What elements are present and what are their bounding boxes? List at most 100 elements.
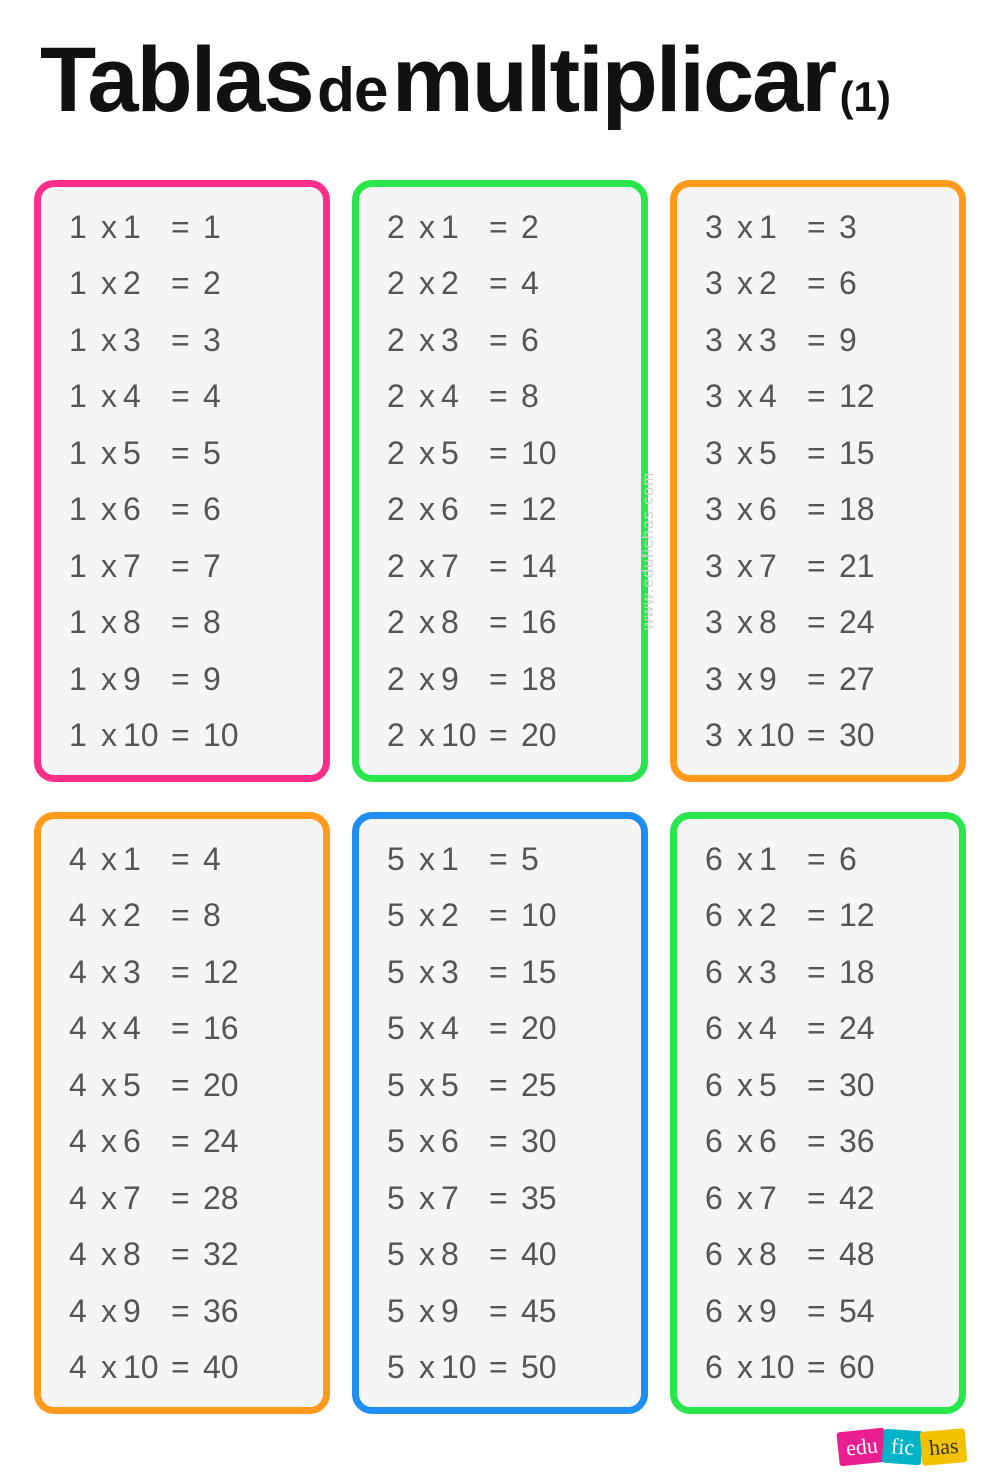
factor-b: 1 bbox=[441, 843, 489, 875]
multiplication-row: 5x8=40 bbox=[387, 1238, 621, 1270]
times-sign: x bbox=[413, 1182, 441, 1214]
multiplication-row: 3x5=15 bbox=[705, 437, 939, 469]
factor-b: 1 bbox=[759, 211, 807, 243]
multiplication-row: 4x4=16 bbox=[69, 1012, 303, 1044]
factor-a: 4 bbox=[69, 1069, 95, 1101]
product: 18 bbox=[839, 956, 875, 988]
multiplication-row: 3x8=24 bbox=[705, 606, 939, 638]
equals-sign: = bbox=[807, 1012, 839, 1044]
times-sign: x bbox=[731, 550, 759, 582]
product: 12 bbox=[521, 493, 557, 525]
factor-b: 4 bbox=[123, 380, 171, 412]
factor-a: 2 bbox=[387, 324, 413, 356]
factor-a: 5 bbox=[387, 1351, 413, 1383]
product: 16 bbox=[521, 606, 557, 638]
times-table-2: 2x1=22x2=42x3=62x4=82x5=102x6=122x7=142x… bbox=[352, 180, 648, 782]
factor-a: 5 bbox=[387, 1125, 413, 1157]
times-sign: x bbox=[413, 663, 441, 695]
factor-b: 5 bbox=[759, 437, 807, 469]
multiplication-row: 6x10=60 bbox=[705, 1351, 939, 1383]
product: 30 bbox=[839, 1069, 875, 1101]
factor-a: 2 bbox=[387, 267, 413, 299]
factor-a: 4 bbox=[69, 843, 95, 875]
factor-a: 1 bbox=[69, 663, 95, 695]
factor-b: 9 bbox=[759, 1295, 807, 1327]
factor-b: 2 bbox=[123, 267, 171, 299]
product: 36 bbox=[839, 1125, 875, 1157]
multiplication-row: 4x2=8 bbox=[69, 899, 303, 931]
factor-a: 1 bbox=[69, 550, 95, 582]
factor-a: 1 bbox=[69, 324, 95, 356]
times-sign: x bbox=[95, 1125, 123, 1157]
product: 35 bbox=[521, 1182, 557, 1214]
times-sign: x bbox=[731, 1351, 759, 1383]
product: 25 bbox=[521, 1069, 557, 1101]
times-sign: x bbox=[95, 663, 123, 695]
times-sign: x bbox=[413, 1069, 441, 1101]
title-word-3: multiplicar bbox=[392, 29, 835, 131]
tables-grid: 1x1=11x2=21x3=31x4=41x5=51x6=61x7=71x8=8… bbox=[34, 180, 966, 1414]
factor-a: 5 bbox=[387, 899, 413, 931]
times-sign: x bbox=[731, 1182, 759, 1214]
factor-b: 10 bbox=[123, 1351, 171, 1383]
factor-b: 10 bbox=[123, 719, 171, 751]
factor-a: 6 bbox=[705, 1351, 731, 1383]
times-sign: x bbox=[413, 267, 441, 299]
equals-sign: = bbox=[171, 437, 203, 469]
product: 24 bbox=[839, 606, 875, 638]
times-sign: x bbox=[731, 956, 759, 988]
multiplication-row: 5x1=5 bbox=[387, 843, 621, 875]
times-sign: x bbox=[731, 380, 759, 412]
multiplication-row: 3x1=3 bbox=[705, 211, 939, 243]
factor-a: 2 bbox=[387, 493, 413, 525]
factor-b: 4 bbox=[441, 1012, 489, 1044]
times-sign: x bbox=[413, 899, 441, 931]
equals-sign: = bbox=[171, 663, 203, 695]
factor-b: 8 bbox=[441, 1238, 489, 1270]
times-sign: x bbox=[731, 1295, 759, 1327]
factor-b: 4 bbox=[441, 380, 489, 412]
equals-sign: = bbox=[171, 1351, 203, 1383]
product: 9 bbox=[839, 324, 857, 356]
multiplication-row: 1x7=7 bbox=[69, 550, 303, 582]
equals-sign: = bbox=[171, 899, 203, 931]
logo-part-2: fic bbox=[882, 1429, 923, 1466]
equals-sign: = bbox=[489, 437, 521, 469]
equals-sign: = bbox=[171, 1012, 203, 1044]
factor-b: 7 bbox=[441, 1182, 489, 1214]
times-sign: x bbox=[731, 1012, 759, 1044]
equals-sign: = bbox=[807, 1125, 839, 1157]
factor-a: 1 bbox=[69, 493, 95, 525]
product: 2 bbox=[203, 267, 221, 299]
product: 5 bbox=[521, 843, 539, 875]
product: 4 bbox=[203, 380, 221, 412]
product: 30 bbox=[839, 719, 875, 751]
equals-sign: = bbox=[489, 1069, 521, 1101]
times-sign: x bbox=[95, 606, 123, 638]
times-sign: x bbox=[95, 1069, 123, 1101]
factor-b: 5 bbox=[441, 437, 489, 469]
factor-a: 4 bbox=[69, 1295, 95, 1327]
times-sign: x bbox=[731, 606, 759, 638]
factor-b: 2 bbox=[441, 267, 489, 299]
factor-b: 9 bbox=[441, 663, 489, 695]
factor-a: 5 bbox=[387, 1069, 413, 1101]
times-sign: x bbox=[413, 719, 441, 751]
product: 50 bbox=[521, 1351, 557, 1383]
factor-b: 7 bbox=[123, 1182, 171, 1214]
equals-sign: = bbox=[171, 267, 203, 299]
times-sign: x bbox=[95, 493, 123, 525]
factor-a: 5 bbox=[387, 1295, 413, 1327]
factor-a: 6 bbox=[705, 843, 731, 875]
factor-b: 7 bbox=[759, 550, 807, 582]
multiplication-row: 2x10=20 bbox=[387, 719, 621, 751]
multiplication-row: 4x10=40 bbox=[69, 1351, 303, 1383]
multiplication-row: 1x1=1 bbox=[69, 211, 303, 243]
factor-a: 5 bbox=[387, 1182, 413, 1214]
product: 9 bbox=[203, 663, 221, 695]
factor-b: 3 bbox=[441, 324, 489, 356]
product: 12 bbox=[839, 899, 875, 931]
multiplication-row: 4x7=28 bbox=[69, 1182, 303, 1214]
product: 1 bbox=[203, 211, 221, 243]
equals-sign: = bbox=[807, 899, 839, 931]
